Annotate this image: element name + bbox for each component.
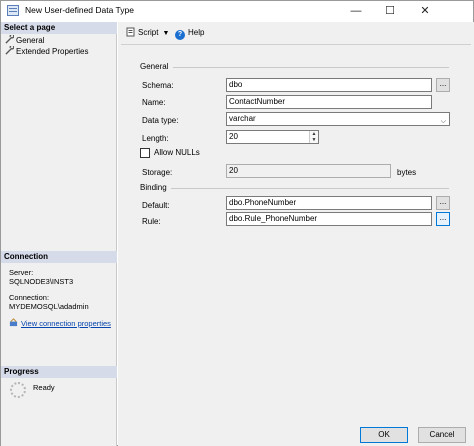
connection-header: Connection xyxy=(1,251,117,263)
view-connection-properties[interactable]: View connection properties xyxy=(9,318,111,328)
schema-field[interactable]: dbo xyxy=(226,78,432,92)
help-icon: ? xyxy=(175,30,185,40)
connection-value: MYDEMOSQL\adadmin xyxy=(9,302,89,311)
connection-label: Connection: xyxy=(9,293,50,302)
window-icon xyxy=(7,5,19,16)
title-bar: New User-defined Data Type — ☐ ✕ xyxy=(1,1,473,21)
sidebar-item-label: General xyxy=(16,36,45,45)
chevron-down-icon: ⌵ xyxy=(440,118,446,125)
view-connection-properties-link[interactable]: View connection properties xyxy=(21,319,111,328)
rule-field[interactable]: dbo.Rule_PhoneNumber xyxy=(226,212,432,226)
toolbar-divider xyxy=(121,44,471,45)
ok-button[interactable]: OK xyxy=(360,427,408,443)
sidebar-item-label: Extended Properties xyxy=(16,47,89,56)
close-button[interactable]: ✕ xyxy=(408,1,442,21)
maximize-button[interactable]: ☐ xyxy=(373,1,407,21)
progress-status: Ready xyxy=(33,383,55,392)
help-label: Help xyxy=(188,28,205,37)
storage-label: Storage: xyxy=(142,168,173,177)
general-group-label: General xyxy=(140,62,169,71)
name-label: Name: xyxy=(142,98,166,107)
schema-browse-button[interactable]: ... xyxy=(436,78,450,92)
minimize-button[interactable]: — xyxy=(339,1,373,21)
general-group-divider xyxy=(173,67,449,68)
default-browse-button[interactable]: ... xyxy=(436,196,450,210)
binding-group-label: Binding xyxy=(140,183,167,192)
length-label: Length: xyxy=(142,134,169,143)
binding-group-divider xyxy=(171,188,449,189)
data-type-label: Data type: xyxy=(142,116,179,125)
dialog-window: New User-defined Data Type — ☐ ✕ Select … xyxy=(0,0,474,446)
server-value: SQLNODE3\INST3 xyxy=(9,277,74,286)
data-type-value: varchar xyxy=(229,114,256,123)
window-title: New User-defined Data Type xyxy=(25,5,134,15)
wrench-icon xyxy=(5,46,14,55)
length-stepper[interactable]: 20 ▲ ▼ xyxy=(226,130,319,144)
length-value: 20 xyxy=(229,132,238,141)
data-type-select[interactable]: varchar ⌵ xyxy=(226,112,450,126)
rule-browse-button[interactable]: ... xyxy=(436,212,450,226)
storage-field: 20 xyxy=(226,164,391,178)
script-label: Script xyxy=(138,28,159,37)
progress-header: Progress xyxy=(1,366,117,378)
select-page-header: Select a page xyxy=(1,22,117,34)
help-button[interactable]: ? Help xyxy=(175,27,204,40)
progress-spinner-icon xyxy=(10,382,26,398)
sidebar-item-extended-properties[interactable]: Extended Properties xyxy=(5,46,89,56)
wrench-icon xyxy=(5,35,14,44)
chevron-down-icon[interactable]: ▼ xyxy=(162,30,169,37)
server-label: Server: xyxy=(9,268,34,277)
script-button[interactable]: Script ▼ xyxy=(126,27,169,40)
allow-nulls-label: Allow NULLs xyxy=(154,148,200,157)
properties-icon xyxy=(9,318,18,327)
default-label: Default: xyxy=(142,201,170,210)
script-icon xyxy=(126,27,135,37)
main-panel: Script ▼ ? Help General Schema: dbo ... Na… xyxy=(118,22,474,424)
name-field[interactable]: ContactNumber xyxy=(226,95,432,109)
cancel-button[interactable]: Cancel xyxy=(418,427,466,443)
sidebar: Select a page General Extended Propertie… xyxy=(1,22,117,446)
toolbar: Script ▼ ? Help xyxy=(118,22,474,44)
schema-label: Schema: xyxy=(142,81,174,90)
dialog-footer: OK Cancel xyxy=(118,424,474,446)
sidebar-item-general[interactable]: General xyxy=(5,35,44,45)
default-field[interactable]: dbo.PhoneNumber xyxy=(226,196,432,210)
storage-unit: bytes xyxy=(397,168,417,177)
rule-label: Rule: xyxy=(142,217,161,226)
stepper-arrows-icon[interactable]: ▲ ▼ xyxy=(309,131,318,143)
allow-nulls-checkbox[interactable] xyxy=(140,148,150,158)
